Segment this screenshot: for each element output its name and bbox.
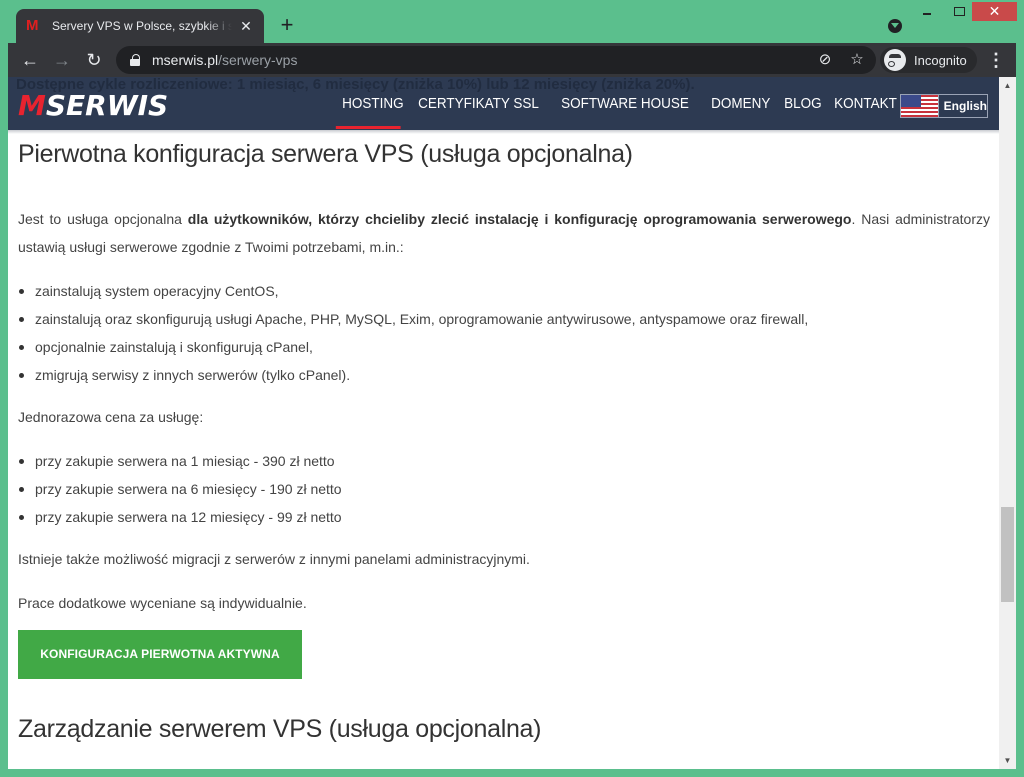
section-heading-initial-config: Pierwotna konfiguracja serwera VPS (usłu…: [18, 140, 633, 168]
url-host: mserwis.pl: [152, 52, 219, 68]
scrollbar-thumb[interactable]: [1001, 507, 1014, 602]
reload-button[interactable]: ↻: [82, 48, 106, 72]
page-viewport: Dostępne cykle rozliczeniowe: 1 miesiąc,…: [8, 77, 1016, 769]
site-logo[interactable]: MSERWIS: [18, 89, 168, 122]
tab-strip: M Servery VPS w Polsce, szybkie i stabil…: [8, 0, 1016, 43]
extra-work-note: Prace dodatkowe wyceniane są indywidualn…: [18, 595, 307, 611]
intro-start: Jest to usługa opcjonalna: [18, 211, 188, 227]
browser-toolbar: ← → ↻ mserwis.pl /serwery-vps ⊘ ☆ Incogn…: [8, 43, 1016, 77]
section-heading-server-management: Zarządzanie serwerem VPS (usługa opcjona…: [18, 715, 542, 743]
nav-domeny[interactable]: DOMENY: [703, 77, 778, 130]
scroll-up-icon[interactable]: ▲: [999, 77, 1016, 94]
services-list: zainstalują system operacyjny CentOS, za…: [18, 277, 808, 389]
migration-note: Istnieje także możliwość migracji z serw…: [18, 551, 530, 567]
address-bar[interactable]: mserwis.pl /serwery-vps ⊘ ☆: [116, 46, 876, 74]
list-item: zmigrują serwisy z innych serwerów (tylk…: [18, 361, 808, 389]
list-item: opcjonalnie zainstalują i skonfigurują c…: [18, 333, 808, 361]
browser-tab[interactable]: M Servery VPS w Polsce, szybkie i stabil…: [16, 9, 264, 43]
site-favicon-icon: M: [26, 17, 39, 34]
nav-blog[interactable]: BLOG: [776, 77, 830, 130]
close-window-button[interactable]: ✕: [972, 2, 1017, 21]
price-intro: Jednorazowa cena za usługę:: [18, 409, 204, 425]
nav-software-house[interactable]: SOFTWARE HOUSE: [553, 77, 697, 130]
scroll-down-icon[interactable]: ▼: [999, 752, 1016, 769]
list-item: zainstalują system operacyjny CentOS,: [18, 277, 808, 305]
initial-config-active-button[interactable]: KONFIGURACJA PIERWOTNA AKTYWNA: [18, 630, 302, 679]
url-path: /serwery-vps: [218, 52, 298, 68]
vertical-scrollbar[interactable]: ▲ ▼: [999, 77, 1016, 769]
nav-hosting[interactable]: HOSTING: [334, 77, 412, 130]
lock-icon[interactable]: [130, 54, 140, 66]
site-header: Dostępne cykle rozliczeniowe: 1 miesiąc,…: [8, 77, 999, 130]
language-label: English: [937, 95, 987, 117]
incognito-label: Incognito: [914, 52, 967, 68]
us-flag-icon: [901, 95, 938, 117]
header-shadow: [8, 130, 999, 134]
bookmark-star-icon[interactable]: ☆: [848, 50, 866, 70]
forward-button[interactable]: →: [50, 48, 74, 72]
list-item: zainstalują oraz skonfigurują usługi Apa…: [18, 305, 808, 333]
close-tab-icon[interactable]: ✕: [238, 18, 254, 35]
language-switch[interactable]: English: [900, 94, 988, 118]
back-button[interactable]: ←: [18, 48, 42, 72]
list-item: przy zakupie serwera na 12 miesięcy - 99…: [18, 503, 342, 531]
list-item: przy zakupie serwera na 6 miesięcy - 190…: [18, 475, 342, 503]
incognito-badge[interactable]: Incognito: [880, 47, 977, 73]
price-list: przy zakupie serwera na 1 miesiąc - 390 …: [18, 447, 342, 531]
main-nav: HOSTING CERTYFIKATY SSL SOFTWARE HOUSE D…: [334, 77, 904, 130]
logo-text: SERWIS: [45, 89, 169, 122]
intro-bold: dla użytkowników, którzy chcieliby zleci…: [187, 211, 852, 227]
new-tab-button[interactable]: +: [276, 14, 298, 36]
minimize-window-button[interactable]: [915, 4, 945, 20]
browser-window: M Servery VPS w Polsce, szybkie i stabil…: [0, 0, 1024, 777]
logo-m: M: [18, 89, 46, 122]
maximize-window-button[interactable]: [945, 4, 975, 20]
browser-menu-button[interactable]: ⋮: [986, 48, 1006, 72]
incognito-icon: [884, 49, 906, 71]
nav-certyfikaty-ssl[interactable]: CERTYFIKATY SSL: [410, 77, 547, 130]
nav-kontakt[interactable]: KONTAKT: [826, 77, 905, 130]
tab-search-icon[interactable]: [888, 19, 902, 33]
list-item: przy zakupie serwera na 1 miesiąc - 390 …: [18, 447, 342, 475]
intro-paragraph: Jest to usługa opcjonalna dla użytkownik…: [18, 205, 990, 261]
tab-title: Servery VPS w Polsce, szybkie i stabilne: [52, 19, 232, 33]
third-party-cookies-blocked-icon[interactable]: ⊘: [816, 50, 834, 70]
